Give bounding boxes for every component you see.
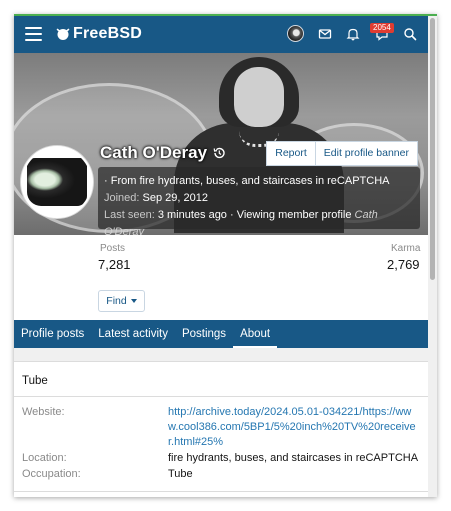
profile-name[interactable]: Cath O'Deray [100,143,207,163]
posts-value[interactable]: 7,281 [98,257,131,272]
tab-about[interactable]: About [233,320,278,348]
search-icon[interactable] [402,26,418,42]
chevron-down-icon [130,299,137,303]
profile-info-box: · From fire hydrants, buses, and stairca… [98,167,420,235]
posts-label: Posts [100,243,126,254]
bell-icon[interactable] [345,26,361,42]
tab-postings[interactable]: Postings [175,320,233,348]
notification-count-badge: 2054 [370,23,394,33]
profile-avatar[interactable] [21,146,93,218]
occupation-value: Tube [168,468,193,480]
joined-row: Joined: Sep 29, 2012 [104,190,414,207]
karma-label: Karma [391,243,421,254]
section-gap [14,348,428,362]
location-label: Location: [22,452,67,464]
freebsd-daemon-icon [56,28,70,40]
divider [14,396,428,397]
last-seen-value: 3 minutes ago [157,209,227,221]
karma-value: 2,769 [387,257,420,272]
profile-tabs: Profile posts Latest activity Postings A… [14,320,428,348]
last-seen-label: Last seen: [104,209,155,221]
website-value-container: http://archive.today/2024.05.01-034221/h… [168,405,420,450]
site-logo[interactable]: FreeBSD [56,25,142,43]
vertical-scrollbar[interactable] [428,16,437,497]
mail-icon[interactable] [317,26,333,42]
website-link[interactable]: http://archive.today/2024.05.01-034221/h… [168,406,416,448]
find-dropdown-button[interactable]: Find [98,290,145,312]
activity-text: · Viewing member profile [230,209,352,221]
occupation-label: Occupation: [22,468,81,480]
top-navigation-bar: FreeBSD 2054 [14,16,428,53]
profile-name-row: Cath O'Deray [100,143,226,163]
browser-viewport: FreeBSD 2054 Report Edit profile banner … [14,14,437,497]
find-label: Find [106,295,127,307]
location-value: fire hydrants, buses, and staircases in … [168,452,419,464]
banner-actions: Report Edit profile banner [266,141,418,166]
joined-label: Joined: [104,192,140,204]
profile-tagline: · From fire hydrants, buses, and stairca… [104,175,390,187]
tab-profile-posts[interactable]: Profile posts [14,320,91,348]
website-label: Website: [22,406,65,418]
history-icon[interactable] [212,146,226,160]
divider [14,491,428,492]
joined-value: Sep 29, 2012 [142,192,208,204]
report-button[interactable]: Report [266,141,316,166]
logo-text: FreeBSD [73,25,142,42]
edit-profile-banner-button[interactable]: Edit profile banner [315,141,418,166]
last-seen-row: Last seen: 3 minutes ago · Viewing membe… [104,207,414,235]
tab-latest-activity[interactable]: Latest activity [91,320,175,348]
menu-icon[interactable] [25,27,42,41]
user-avatar[interactable] [287,25,304,42]
scrollbar-thumb[interactable] [430,18,435,280]
about-title: Tube [22,375,48,387]
